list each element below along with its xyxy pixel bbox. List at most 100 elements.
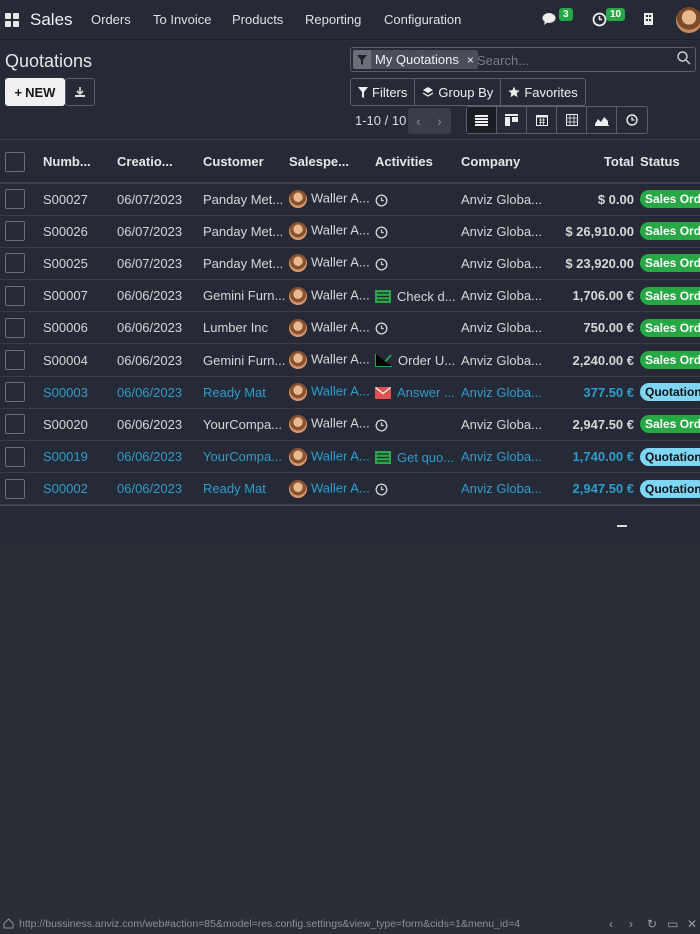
table-row[interactable]: S00007 06/06/2023 Gemini Furn... Waller A..… [0, 279, 700, 313]
column-status[interactable]: Status [640, 141, 700, 184]
clock-icon[interactable] [375, 258, 391, 271]
row-checkbox[interactable] [5, 414, 25, 435]
column-activities[interactable]: Activities [375, 141, 461, 184]
calendar-view-icon[interactable] [527, 107, 557, 133]
menu-to-invoice[interactable]: To Invoice [153, 12, 212, 27]
pager-previous-icon[interactable]: ‹ [408, 108, 429, 134]
cell-activity[interactable]: Check d... [375, 279, 461, 313]
envelope-icon[interactable] [375, 386, 394, 399]
chart-icon[interactable] [375, 354, 395, 368]
salesperson-avatar[interactable] [289, 318, 307, 337]
cell-activity[interactable] [375, 408, 461, 442]
cell-activity[interactable]: Order U... [375, 343, 461, 377]
cell-activity[interactable] [375, 311, 461, 345]
app-brand[interactable]: Sales [30, 10, 73, 30]
cell-activity[interactable]: Get quo... [375, 440, 461, 474]
column-company[interactable]: Company [461, 141, 554, 184]
row-checkbox[interactable] [5, 253, 25, 274]
filters-button[interactable]: Filters [351, 79, 416, 105]
row-checkbox[interactable] [5, 317, 25, 338]
graph-view-icon[interactable] [587, 107, 617, 133]
clock-icon[interactable] [375, 226, 391, 239]
company-building-icon[interactable] [643, 12, 654, 31]
activity-clock-icon[interactable] [592, 12, 607, 32]
column-creation-date[interactable]: Creatio... [117, 141, 203, 184]
table-row[interactable]: S00019 06/06/2023 YourCompa... Waller A... G… [0, 440, 700, 474]
remove-facet-icon[interactable]: × [467, 53, 474, 67]
salesperson-avatar[interactable] [289, 190, 307, 209]
table-row[interactable]: S00003 06/06/2023 Ready Mat Waller A... Answ… [0, 376, 700, 409]
pager-next-icon[interactable]: › [429, 108, 450, 134]
clock-icon[interactable] [375, 194, 391, 207]
menu-reporting[interactable]: Reporting [305, 12, 361, 27]
salesperson-avatar[interactable] [289, 286, 307, 305]
menu-configuration[interactable]: Configuration [384, 12, 461, 27]
forward-icon[interactable]: › [629, 917, 633, 931]
salesperson-avatar[interactable] [289, 254, 307, 273]
user-avatar[interactable] [676, 7, 700, 33]
close-icon[interactable]: ✕ [687, 917, 697, 931]
table-row[interactable]: S00027 06/07/2023 Panday Met... Waller A...… [0, 183, 700, 216]
salesperson-avatar[interactable] [289, 351, 307, 370]
new-button[interactable]: + NEW [5, 78, 65, 106]
cell-customer: YourCompa... [203, 408, 289, 442]
table-row[interactable]: S00025 06/07/2023 Panday Met... Waller A...… [0, 247, 700, 281]
search-input[interactable] [477, 51, 667, 69]
filter-icon [358, 86, 368, 98]
clock-icon[interactable] [375, 483, 391, 496]
table-row[interactable]: S00020 06/06/2023 YourCompa... Waller A... A… [0, 408, 700, 442]
row-checkbox[interactable] [5, 189, 25, 210]
kanban-view-icon[interactable] [497, 107, 527, 133]
salesperson-avatar[interactable] [289, 415, 307, 434]
screen-icon[interactable]: ▭ [667, 917, 678, 931]
salesperson-avatar[interactable] [289, 447, 307, 466]
cell-activity[interactable]: Answer ... [375, 376, 461, 409]
row-checkbox[interactable] [5, 382, 25, 403]
column-number[interactable]: Numb... [43, 141, 117, 184]
cell-activity[interactable] [375, 215, 461, 248]
search-facet[interactable]: My Quotations × [353, 50, 478, 69]
clock-icon[interactable] [375, 419, 391, 432]
pager-value[interactable]: 1-10 / 10 [355, 113, 406, 128]
chat-icon[interactable] [542, 12, 558, 31]
cell-activity[interactable] [375, 247, 461, 281]
apps-grid-icon[interactable] [5, 13, 20, 27]
cell-number: S00006 [43, 311, 117, 345]
salesperson-avatar[interactable] [289, 383, 307, 402]
row-checkbox[interactable] [5, 221, 25, 242]
export-button[interactable] [65, 78, 95, 106]
cell-status: Sales Order [640, 279, 700, 313]
activity-view-icon[interactable] [617, 107, 647, 133]
home-icon[interactable] [3, 918, 14, 929]
row-checkbox[interactable] [5, 285, 25, 306]
reload-icon[interactable]: ↻ [647, 917, 657, 931]
favorites-button[interactable]: Favorites [501, 79, 584, 105]
row-checkbox[interactable] [5, 478, 25, 499]
list-icon[interactable] [375, 450, 394, 464]
table-row[interactable]: S00004 06/06/2023 Gemini Furn... Waller A..… [0, 343, 700, 377]
table-row[interactable]: S00026 06/07/2023 Panday Met... Waller A...… [0, 215, 700, 248]
cell-activity[interactable] [375, 183, 461, 216]
row-checkbox[interactable] [5, 350, 25, 371]
list-view-icon[interactable] [467, 107, 497, 133]
cell-activity[interactable] [375, 472, 461, 506]
groupby-button[interactable]: Group By [415, 79, 502, 105]
salesperson-avatar[interactable] [289, 222, 307, 241]
table-row[interactable]: S00002 06/06/2023 Ready Mat Waller A... Anvi… [0, 472, 700, 506]
column-salesperson[interactable]: Salespe... [289, 141, 375, 184]
menu-products[interactable]: Products [232, 12, 283, 27]
search-icon[interactable] [677, 51, 691, 65]
clock-icon[interactable] [375, 322, 391, 335]
column-customer[interactable]: Customer [203, 141, 289, 184]
list-icon[interactable] [375, 289, 394, 303]
menu-orders[interactable]: Orders [91, 12, 131, 27]
quotations-table: Numb... Creatio... Customer Salespe... A… [0, 141, 700, 545]
select-all-checkbox[interactable] [5, 151, 25, 172]
layers-icon [423, 87, 434, 97]
table-row[interactable]: S00006 06/06/2023 Lumber Inc Waller A... Anv… [0, 311, 700, 345]
column-total[interactable]: Total [554, 141, 640, 184]
salesperson-avatar[interactable] [289, 479, 307, 498]
row-checkbox[interactable] [5, 446, 25, 467]
back-icon[interactable]: ‹ [609, 917, 613, 931]
pivot-view-icon[interactable] [557, 107, 587, 133]
